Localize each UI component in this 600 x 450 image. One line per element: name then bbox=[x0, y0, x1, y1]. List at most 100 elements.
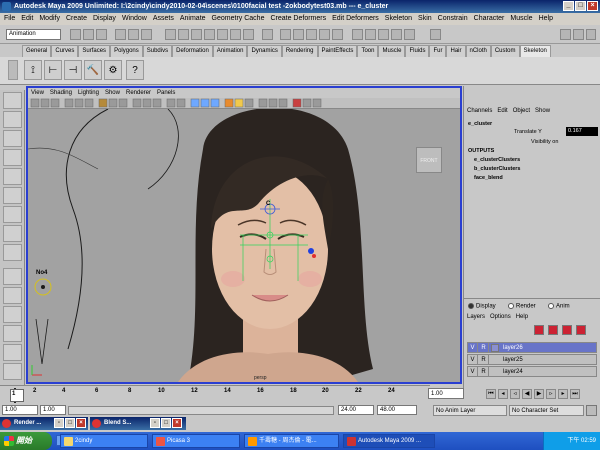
step-back-icon[interactable]: ◂ bbox=[498, 389, 508, 399]
layer-ref-toggle[interactable]: R bbox=[479, 343, 489, 353]
view-cube-front[interactable]: FRONT bbox=[416, 147, 442, 173]
close-button[interactable]: × bbox=[587, 1, 598, 11]
menu-create[interactable]: Create bbox=[66, 13, 87, 25]
select-object-icon[interactable] bbox=[128, 29, 139, 40]
tool-settings-icon[interactable] bbox=[573, 29, 584, 40]
layer-name[interactable]: layer25 bbox=[503, 355, 523, 365]
shelf-tab-rendering[interactable]: Rendering bbox=[281, 45, 318, 57]
shelf-tab-deformation[interactable]: Deformation bbox=[172, 45, 213, 57]
snap-curve-icon[interactable] bbox=[293, 29, 304, 40]
four-pane-icon[interactable] bbox=[3, 287, 22, 304]
layer-move-up-icon[interactable] bbox=[562, 325, 572, 335]
maximize-button[interactable]: □ bbox=[161, 418, 171, 428]
taskbar-item-music[interactable]: 千壽糖 - 周杰倫 - 電... bbox=[244, 434, 339, 448]
layer-row[interactable]: V R layer26 bbox=[467, 342, 597, 353]
universal-manip-icon[interactable] bbox=[3, 206, 22, 223]
3d-viewport[interactable]: C No4 FRONT persp bbox=[28, 109, 460, 382]
shelf-tab-skeleton[interactable]: Skeleton bbox=[519, 45, 551, 57]
blend-shape-window[interactable]: Blend S... ▫ □ × bbox=[90, 417, 186, 430]
hypershade-layout-icon[interactable] bbox=[3, 344, 22, 361]
range-slider[interactable] bbox=[68, 406, 334, 415]
menu-geometry-cache[interactable]: Geometry Cache bbox=[212, 13, 265, 25]
viewport-toolbar-icons[interactable] bbox=[28, 98, 460, 109]
restore-button[interactable]: ▫ bbox=[150, 418, 160, 428]
select-handles-icon[interactable] bbox=[165, 29, 176, 40]
taskbar-item-folder[interactable]: 2cindy bbox=[60, 434, 148, 448]
ik-spline-icon[interactable]: ⊣ bbox=[64, 60, 82, 80]
output-node[interactable]: e_clusterClusters bbox=[474, 157, 520, 163]
next-key-icon[interactable]: ▹ bbox=[546, 389, 556, 399]
layer-move-down-icon[interactable] bbox=[576, 325, 586, 335]
shelf-tab-custom[interactable]: Custom bbox=[490, 45, 520, 57]
shelf-tab-general[interactable]: General bbox=[22, 45, 52, 57]
shelf-tab-dynamics[interactable]: Dynamics bbox=[247, 45, 282, 57]
menu-assets[interactable]: Assets bbox=[153, 13, 174, 25]
radio-display[interactable]: Display bbox=[468, 303, 496, 310]
select-deformations-icon[interactable] bbox=[217, 29, 228, 40]
layer-name[interactable]: layer26 bbox=[503, 343, 523, 353]
close-button[interactable]: × bbox=[76, 418, 86, 428]
menu-file[interactable]: File bbox=[4, 13, 15, 25]
layer-menu-layers[interactable]: Layers bbox=[467, 314, 485, 323]
ipr-render-icon[interactable] bbox=[391, 29, 402, 40]
playback-start-field[interactable]: 1.00 bbox=[40, 405, 66, 415]
select-tool-icon[interactable] bbox=[3, 92, 22, 109]
menu-constrain[interactable]: Constrain bbox=[438, 13, 468, 25]
soft-mod-icon[interactable] bbox=[3, 225, 22, 242]
history-icon[interactable] bbox=[352, 29, 363, 40]
viewport-menu-panels[interactable]: Panels bbox=[157, 88, 175, 98]
anim-layer-dropdown[interactable]: No Anim Layer bbox=[433, 405, 507, 416]
window-titlebar[interactable]: Autodesk Maya 2009 Unlimited: I:\2cindy\… bbox=[0, 0, 600, 13]
cb-menu-show[interactable]: Show bbox=[535, 106, 550, 116]
output-node[interactable]: b_clusterClusters bbox=[474, 166, 520, 172]
attr-visibility-value[interactable]: on bbox=[552, 139, 558, 145]
start-button[interactable]: 開始 bbox=[0, 432, 52, 450]
go-to-start-icon[interactable]: ⏮ bbox=[486, 389, 496, 399]
restore-button[interactable]: ▫ bbox=[54, 418, 64, 428]
clock[interactable]: 下午 02:59 bbox=[567, 438, 596, 444]
paint-weights-icon[interactable]: 🔨 bbox=[84, 60, 102, 80]
paint-select-icon[interactable] bbox=[3, 130, 22, 147]
render-icon[interactable] bbox=[378, 29, 389, 40]
select-surfaces-icon[interactable] bbox=[204, 29, 215, 40]
render-view-icon[interactable] bbox=[365, 29, 376, 40]
single-pane-icon[interactable] bbox=[3, 268, 22, 285]
shelf-tab-curves[interactable]: Curves bbox=[51, 45, 79, 57]
save-scene-icon[interactable] bbox=[96, 29, 107, 40]
menu-modify[interactable]: Modify bbox=[39, 13, 60, 25]
animation-end-field[interactable]: 48.00 bbox=[377, 405, 417, 415]
bind-skin-icon[interactable]: ⚙ bbox=[104, 60, 122, 80]
viewport-menu-lighting[interactable]: Lighting bbox=[78, 88, 99, 98]
new-layer-selected-icon[interactable] bbox=[548, 325, 558, 335]
select-curves-icon[interactable] bbox=[191, 29, 202, 40]
cb-menu-edit[interactable]: Edit bbox=[497, 106, 507, 116]
cb-menu-object[interactable]: Object bbox=[513, 106, 530, 116]
shelf-menu-icon[interactable] bbox=[8, 60, 18, 80]
layer-row[interactable]: V R layer25 bbox=[467, 354, 597, 365]
time-slider[interactable]: 1 2 4 6 8 10 12 14 16 18 20 22 24 bbox=[0, 385, 430, 404]
snap-grid-icon[interactable] bbox=[280, 29, 291, 40]
layer-color-swatch[interactable] bbox=[491, 368, 499, 376]
cb-menu-channels[interactable]: Channels bbox=[467, 106, 492, 116]
custom-layout-icon[interactable] bbox=[3, 363, 22, 380]
radio-render[interactable]: Render bbox=[508, 303, 536, 310]
taskbar-item-maya[interactable]: Autodesk Maya 2009 ... bbox=[343, 434, 435, 448]
persp-graph-icon[interactable] bbox=[3, 325, 22, 342]
menu-display[interactable]: Display bbox=[93, 13, 116, 25]
scale-tool-icon[interactable] bbox=[3, 187, 22, 204]
shelf-tab-toon[interactable]: Toon bbox=[357, 45, 379, 57]
select-dynamics-icon[interactable] bbox=[230, 29, 241, 40]
attr-translate-y-value[interactable]: 0.167 bbox=[566, 127, 598, 136]
new-layer-icon[interactable] bbox=[534, 325, 544, 335]
viewport-menu-show[interactable]: Show bbox=[105, 88, 120, 98]
layer-menu-options[interactable]: Options bbox=[490, 314, 511, 323]
shelf-tab-painteffects[interactable]: PaintEffects bbox=[317, 45, 358, 57]
menu-create-deformers[interactable]: Create Deformers bbox=[270, 13, 326, 25]
menu-animate[interactable]: Animate bbox=[180, 13, 206, 25]
play-forward-icon[interactable]: ▶ bbox=[534, 389, 544, 399]
shelf-tab-animation[interactable]: Animation bbox=[212, 45, 248, 57]
animation-start-field[interactable]: 1.00 bbox=[2, 405, 38, 415]
layer-ref-toggle[interactable]: R bbox=[479, 355, 489, 365]
layer-ref-toggle[interactable]: R bbox=[479, 367, 489, 377]
menu-skeleton[interactable]: Skeleton bbox=[385, 13, 412, 25]
